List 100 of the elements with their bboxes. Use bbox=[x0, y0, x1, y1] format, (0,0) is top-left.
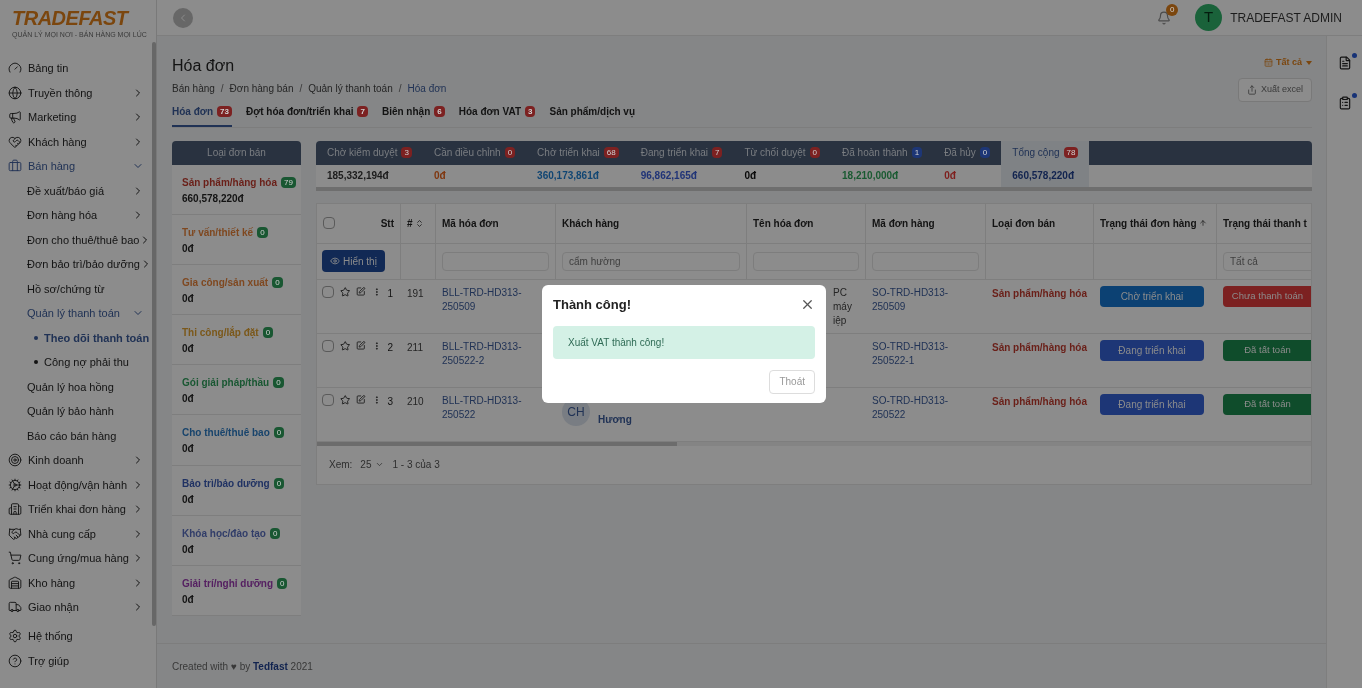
order-type-card[interactable]: Gia công/sản xuất 0 0đ bbox=[172, 264, 301, 316]
order-link[interactable]: SO-TRD-HD313-250522 bbox=[872, 393, 980, 422]
summary-header[interactable]: Đang triển khai 7 bbox=[629, 140, 734, 165]
breadcrumb-link[interactable]: Đơn hàng bán bbox=[229, 81, 294, 96]
order-type-card[interactable]: Thi công/lắp đặt 0 0đ bbox=[172, 315, 301, 366]
sidebar-item[interactable]: Bảng tin bbox=[0, 56, 156, 81]
order-type-card[interactable]: Sản phẩm/hàng hóa 79 660,578,220đ bbox=[172, 164, 301, 215]
row-checkbox[interactable] bbox=[322, 339, 334, 352]
order-link[interactable]: SO-TRD-HD313-250509 bbox=[872, 285, 980, 314]
row-checkbox[interactable] bbox=[322, 285, 334, 298]
collapse-button[interactable] bbox=[173, 7, 193, 28]
user-name[interactable]: TRADEFAST ADMIN bbox=[1230, 8, 1342, 27]
sidebar-item[interactable]: Kho hàng bbox=[0, 570, 156, 595]
column-header[interactable]: Tên hóa đơn bbox=[753, 215, 814, 231]
sidebar-subitem[interactable]: Hồ sơ/chứng từ bbox=[0, 276, 156, 301]
count-badge: 0 bbox=[269, 527, 281, 539]
sidebar-subitem[interactable]: Công nợ phải thu bbox=[0, 350, 156, 375]
column-header[interactable]: Khách hàng bbox=[562, 215, 620, 231]
order-type-card[interactable]: Tư vấn/thiết kế 0 0đ bbox=[172, 214, 301, 265]
horizontal-scrollbar[interactable] bbox=[317, 441, 677, 446]
column-header[interactable]: Loại đơn bán bbox=[992, 215, 1056, 231]
page-size-select[interactable]: 25 bbox=[360, 457, 385, 472]
sidebar-item[interactable]: Hệ thống bbox=[0, 624, 156, 649]
tab[interactable]: Biên nhận 6 bbox=[381, 103, 445, 127]
breadcrumb-link[interactable]: Bán hàng bbox=[172, 81, 215, 96]
summary-header[interactable]: Đã hủy 0 bbox=[933, 140, 1002, 165]
breadcrumb-link[interactable]: Hóa đơn bbox=[407, 81, 447, 96]
sidebar-item[interactable]: Giao nhận bbox=[0, 595, 156, 620]
order-type-card[interactable]: Cho thuê/thuê bao 0 0đ bbox=[172, 415, 301, 466]
summary-header[interactable]: Chờ kiểm duyệt 3 bbox=[316, 140, 423, 165]
order-type-card[interactable]: Gói giải pháp/thầu 0 0đ bbox=[172, 365, 301, 416]
sidebar-item[interactable]: Truyền thông bbox=[0, 80, 156, 105]
sidebar-subitem[interactable]: Đơn cho thuê/thuê bao bbox=[0, 227, 156, 252]
star-icon[interactable] bbox=[340, 339, 351, 352]
tab[interactable]: Hóa đơn VAT 3 bbox=[458, 103, 536, 127]
sort-icon[interactable] bbox=[414, 218, 424, 228]
filter-field[interactable]: cẩm hường bbox=[562, 251, 740, 271]
sort-up-icon[interactable] bbox=[1198, 219, 1207, 227]
tab[interactable]: Đợt hóa đơn/triển khai 7 bbox=[245, 103, 368, 127]
row-checkbox[interactable] bbox=[322, 393, 334, 406]
column-header[interactable]: # bbox=[407, 215, 413, 231]
star-icon[interactable] bbox=[340, 393, 351, 406]
order-link[interactable]: SO-TRD-HD313-250522-1 bbox=[872, 339, 980, 368]
order-type-card[interactable]: Giải trí/nghỉ dưỡng 0 0đ bbox=[172, 566, 301, 617]
clipboard-icon[interactable] bbox=[1337, 96, 1352, 110]
invoice-link[interactable]: BLL-TRD-HD313-250522 bbox=[442, 393, 522, 422]
table-cell-text: iệp bbox=[833, 313, 848, 328]
sidebar-subitem[interactable]: Quản lý thanh toán bbox=[0, 301, 156, 326]
sidebar-item[interactable]: Hoạt động/vận hành bbox=[0, 472, 156, 497]
column-header[interactable]: Stt bbox=[380, 215, 394, 231]
sidebar-item[interactable]: Cung ứng/mua hàng bbox=[0, 546, 156, 571]
tab[interactable]: Hóa đơn 73 bbox=[172, 103, 232, 127]
invoice-link[interactable]: BLL-TRD-HD313-250509 bbox=[442, 285, 522, 314]
edit-icon[interactable] bbox=[356, 393, 366, 405]
filter-dropdown[interactable]: Tất cả bbox=[1223, 251, 1311, 271]
sidebar-item[interactable]: Marketing bbox=[0, 105, 156, 130]
summary-header[interactable]: Chờ triển khai 68 bbox=[526, 140, 630, 165]
select-all-checkbox[interactable] bbox=[323, 217, 335, 229]
summary-header[interactable]: Đã hoàn thành 1 bbox=[831, 140, 934, 165]
sidebar-subitem[interactable]: Đơn bảo trì/bảo dưỡng bbox=[0, 252, 156, 277]
notification-icon[interactable] bbox=[1157, 10, 1172, 25]
breadcrumb-link[interactable]: Quản lý thanh toán bbox=[308, 81, 393, 96]
sidebar-item[interactable]: Bán hàng bbox=[0, 154, 156, 179]
table-cell-text: máy bbox=[833, 299, 853, 314]
page-range: 1 - 3 của 3 bbox=[392, 458, 440, 472]
sidebar-item[interactable]: Kinh doanh bbox=[0, 448, 156, 473]
customer-name[interactable]: Hương bbox=[598, 411, 632, 427]
export-button[interactable]: Xuất excel bbox=[1237, 77, 1312, 102]
edit-icon[interactable] bbox=[356, 339, 366, 351]
edit-icon[interactable] bbox=[356, 285, 366, 297]
sidebar-item[interactable]: Khách hàng bbox=[0, 129, 156, 154]
sidebar-subitem[interactable]: Báo cáo bán hàng bbox=[0, 423, 156, 448]
order-type-label: Tư vấn/thiết kế bbox=[182, 225, 254, 240]
sidebar-subitem[interactable]: Đề xuất/báo giá bbox=[0, 178, 156, 203]
menu-icon bbox=[8, 453, 22, 468]
close-button[interactable]: Thoát bbox=[769, 369, 815, 394]
sidebar-subitem[interactable]: Quản lý hoa hồng bbox=[0, 374, 156, 399]
summary-header[interactable]: Từ chối duyệt 0 bbox=[733, 140, 832, 165]
column-header[interactable]: Mã hóa đơn bbox=[442, 215, 499, 231]
payment-badge: Đã tất toán bbox=[1223, 339, 1311, 361]
order-type-amount: 0đ bbox=[182, 492, 195, 507]
caret-icon bbox=[1306, 60, 1312, 65]
order-type-card[interactable]: Khóa học/đào tạo 0 0đ bbox=[172, 515, 301, 566]
star-icon[interactable] bbox=[340, 285, 351, 298]
invoice-link[interactable]: BLL-TRD-HD313-250522-2 bbox=[442, 339, 522, 368]
column-header[interactable]: Trạng thái đơn hàng bbox=[1100, 215, 1197, 231]
document-icon[interactable] bbox=[1337, 56, 1352, 70]
show-button[interactable]: Hiển thị bbox=[322, 250, 385, 272]
sidebar-subitem[interactable]: Quản lý bảo hành bbox=[0, 399, 156, 424]
dot-indicator bbox=[1351, 53, 1357, 58]
tab[interactable]: Sản phẩm/dịch vụ bbox=[549, 103, 636, 127]
column-header[interactable]: Trạng thái thanh t bbox=[1223, 215, 1307, 231]
sidebar-item[interactable]: Nhà cung cấp bbox=[0, 521, 156, 546]
sidebar-subitem[interactable]: Theo dõi thanh toán bbox=[0, 325, 156, 350]
sidebar-subitem[interactable]: Đơn hàng hóa bbox=[0, 203, 156, 228]
order-type-card[interactable]: Bảo trì/bảo dưỡng 0 0đ bbox=[172, 465, 301, 516]
summary-header[interactable]: Cần điều chỉnh 0 bbox=[422, 140, 527, 165]
sidebar-item[interactable]: Triển khai đơn hàng bbox=[0, 497, 156, 522]
sidebar-item[interactable]: Trợ giúp bbox=[0, 648, 156, 673]
column-header[interactable]: Mã đơn hàng bbox=[872, 215, 935, 231]
